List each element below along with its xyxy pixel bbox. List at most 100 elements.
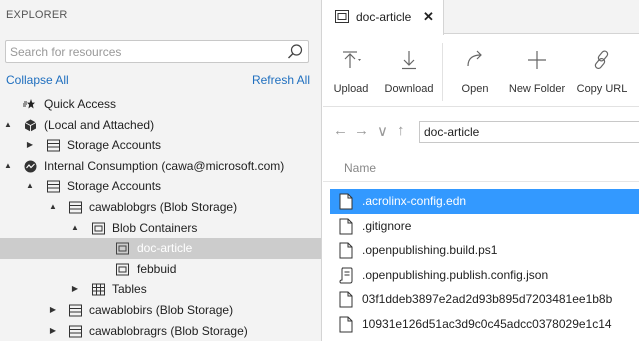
open-button[interactable]: Open [453,35,497,107]
storage-account-icon [69,325,82,338]
tree-item-subscription[interactable]: ▲ Internal Consumption (cawa@microsoft.c… [0,156,321,177]
script-file-icon [339,267,353,284]
file-name: 03f1ddeb3897e2ad2d93b895d7203481ee1b8b [362,292,613,307]
storage-account-icon [69,201,82,214]
file-row[interactable]: .openpublishing.build.ps1 [330,238,639,263]
expand-caret-icon[interactable]: ▶ [48,321,58,341]
file-row[interactable]: 10931e126d51ac3d9c0c45adcc0378029e1c14 [330,312,639,337]
tree-item-label: Blob Containers [112,220,198,235]
download-button[interactable]: Download [381,35,437,107]
open-icon [467,50,482,67]
search-box[interactable] [5,40,309,63]
storage-accounts-icon [47,139,60,152]
storage-account-icon [69,304,82,317]
tree-item-blob-containers[interactable]: ▲ Blob Containers [0,218,321,239]
explorer-title: EXPLORER [6,9,68,21]
expand-caret-icon[interactable]: ▶ [25,135,35,156]
tree-item-storage-accounts-local[interactable]: ▶ Storage Accounts [0,135,321,156]
file-row[interactable]: .openpublishing.publish.config.json [330,263,639,288]
open-label: Open [461,83,489,95]
resource-tree: Quick Access ▲ (Local and Attached) ▶ St… [0,94,321,341]
file-name: 10931e126d51ac3d9c0c45adcc0378029e1c14 [362,316,612,331]
tree-item-storage-accounts[interactable]: ▲ Storage Accounts [0,176,321,197]
tree-item-label: Tables [112,282,147,297]
local-attached-icon [24,119,37,132]
file-icon [339,242,353,259]
upload-icon [343,51,361,68]
navigation-bar: ← → ∨ ↑ doc-article [323,118,639,146]
expand-caret-icon[interactable]: ▲ [70,218,80,239]
blob-containers-icon [92,222,105,235]
tree-item-label: cawablobgrs (Blob Storage) [89,199,238,214]
tree-item-label: Internal Consumption (cawa@microsoft.com… [44,158,285,173]
upload-label: Upload [333,83,369,95]
search-icon[interactable] [286,43,304,61]
tab-doc-article[interactable]: doc-article ✕ [323,0,444,35]
file-list: .acrolinx-config.edn .gitignore .openpub… [330,189,639,337]
name-column-header[interactable]: Name [344,161,376,175]
expand-caret-icon[interactable]: ▲ [3,115,13,136]
tree-item-cawablobgrs[interactable]: ▲ cawablobgrs (Blob Storage) [0,197,321,218]
tree-item-cawablobirs[interactable]: ▶ cawablobirs (Blob Storage) [0,300,321,321]
explorer-panel: EXPLORER Collapse All Refresh All Quick … [0,0,322,341]
tree-item-label: Quick Access [44,97,117,111]
file-icon [339,193,353,210]
chevron-down-icon[interactable]: ∨ [377,122,388,140]
file-icon [339,291,353,308]
tree-item-quick-access[interactable]: Quick Access [0,94,321,115]
tree-item-doc-article[interactable]: doc-article [0,238,321,259]
new-folder-label: New Folder [508,83,566,95]
close-icon[interactable]: ✕ [423,9,434,25]
copy-url-label: Copy URL [576,83,628,95]
container-icon [116,263,129,276]
file-icon [339,316,353,333]
tree-item-label: doc-article [137,241,193,256]
file-name: .acrolinx-config.edn [362,194,467,208]
tree-item-label: febbuid [137,261,177,276]
expand-caret-icon[interactable]: ▲ [3,156,13,177]
tree-item-label: cawablobirs (Blob Storage) [89,302,234,317]
quick-access-icon [23,99,35,109]
file-row[interactable]: .acrolinx-config.edn [330,189,639,214]
tree-item-local-attached[interactable]: ▲ (Local and Attached) [0,115,321,136]
storage-accounts-icon [47,180,60,193]
expand-caret-icon[interactable]: ▶ [70,279,80,300]
container-icon [116,242,129,255]
new-folder-button[interactable]: New Folder [507,35,567,107]
file-icon [339,218,353,235]
file-row[interactable]: .gitignore [330,214,639,239]
tab-label: doc-article [356,10,412,24]
expand-caret-icon[interactable]: ▲ [25,176,35,197]
link-icon [594,50,609,70]
upload-button[interactable]: Upload [327,35,375,107]
expand-caret-icon[interactable]: ▶ [48,300,58,321]
up-arrow-icon[interactable]: ↑ [397,122,405,139]
copy-url-button[interactable]: Copy URL [575,35,629,107]
search-input[interactable] [10,43,280,60]
tree-item-label: Storage Accounts [67,138,162,153]
tree-item-label: cawablobragrs (Blob Storage) [89,323,248,338]
forward-arrow-icon[interactable]: → [354,122,369,139]
refresh-all-link[interactable]: Refresh All [252,73,310,87]
tree-item-label: Storage Accounts [67,179,162,194]
tree-item-label: (Local and Attached) [44,117,155,132]
file-name: .openpublishing.publish.config.json [362,267,549,282]
expand-caret-icon[interactable]: ▲ [48,197,58,218]
plus-icon [528,51,546,69]
subscription-icon [24,160,37,173]
tree-item-cawablobragrs[interactable]: ▶ cawablobragrs (Blob Storage) [0,321,321,341]
download-label: Download [384,83,434,95]
list-header: Name [323,154,639,182]
file-row[interactable]: 03f1ddeb3897e2ad2d93b895d7203481ee1b8b [330,287,639,312]
tree-item-febbuid[interactable]: febbuid [0,259,321,280]
tree-item-tables[interactable]: ▶ Tables [0,279,321,300]
download-icon [402,51,416,70]
back-arrow-icon[interactable]: ← [333,122,348,139]
toolbar: Upload Download Open New Folder Copy URL [323,35,639,107]
content-panel: doc-article ✕ Upload Download Open New F… [323,0,639,341]
collapse-all-link[interactable]: Collapse All [6,73,69,87]
path-input[interactable]: doc-article [419,121,639,143]
container-icon [335,10,349,23]
file-name: .openpublishing.build.ps1 [362,243,498,258]
toolbar-divider [442,43,443,101]
